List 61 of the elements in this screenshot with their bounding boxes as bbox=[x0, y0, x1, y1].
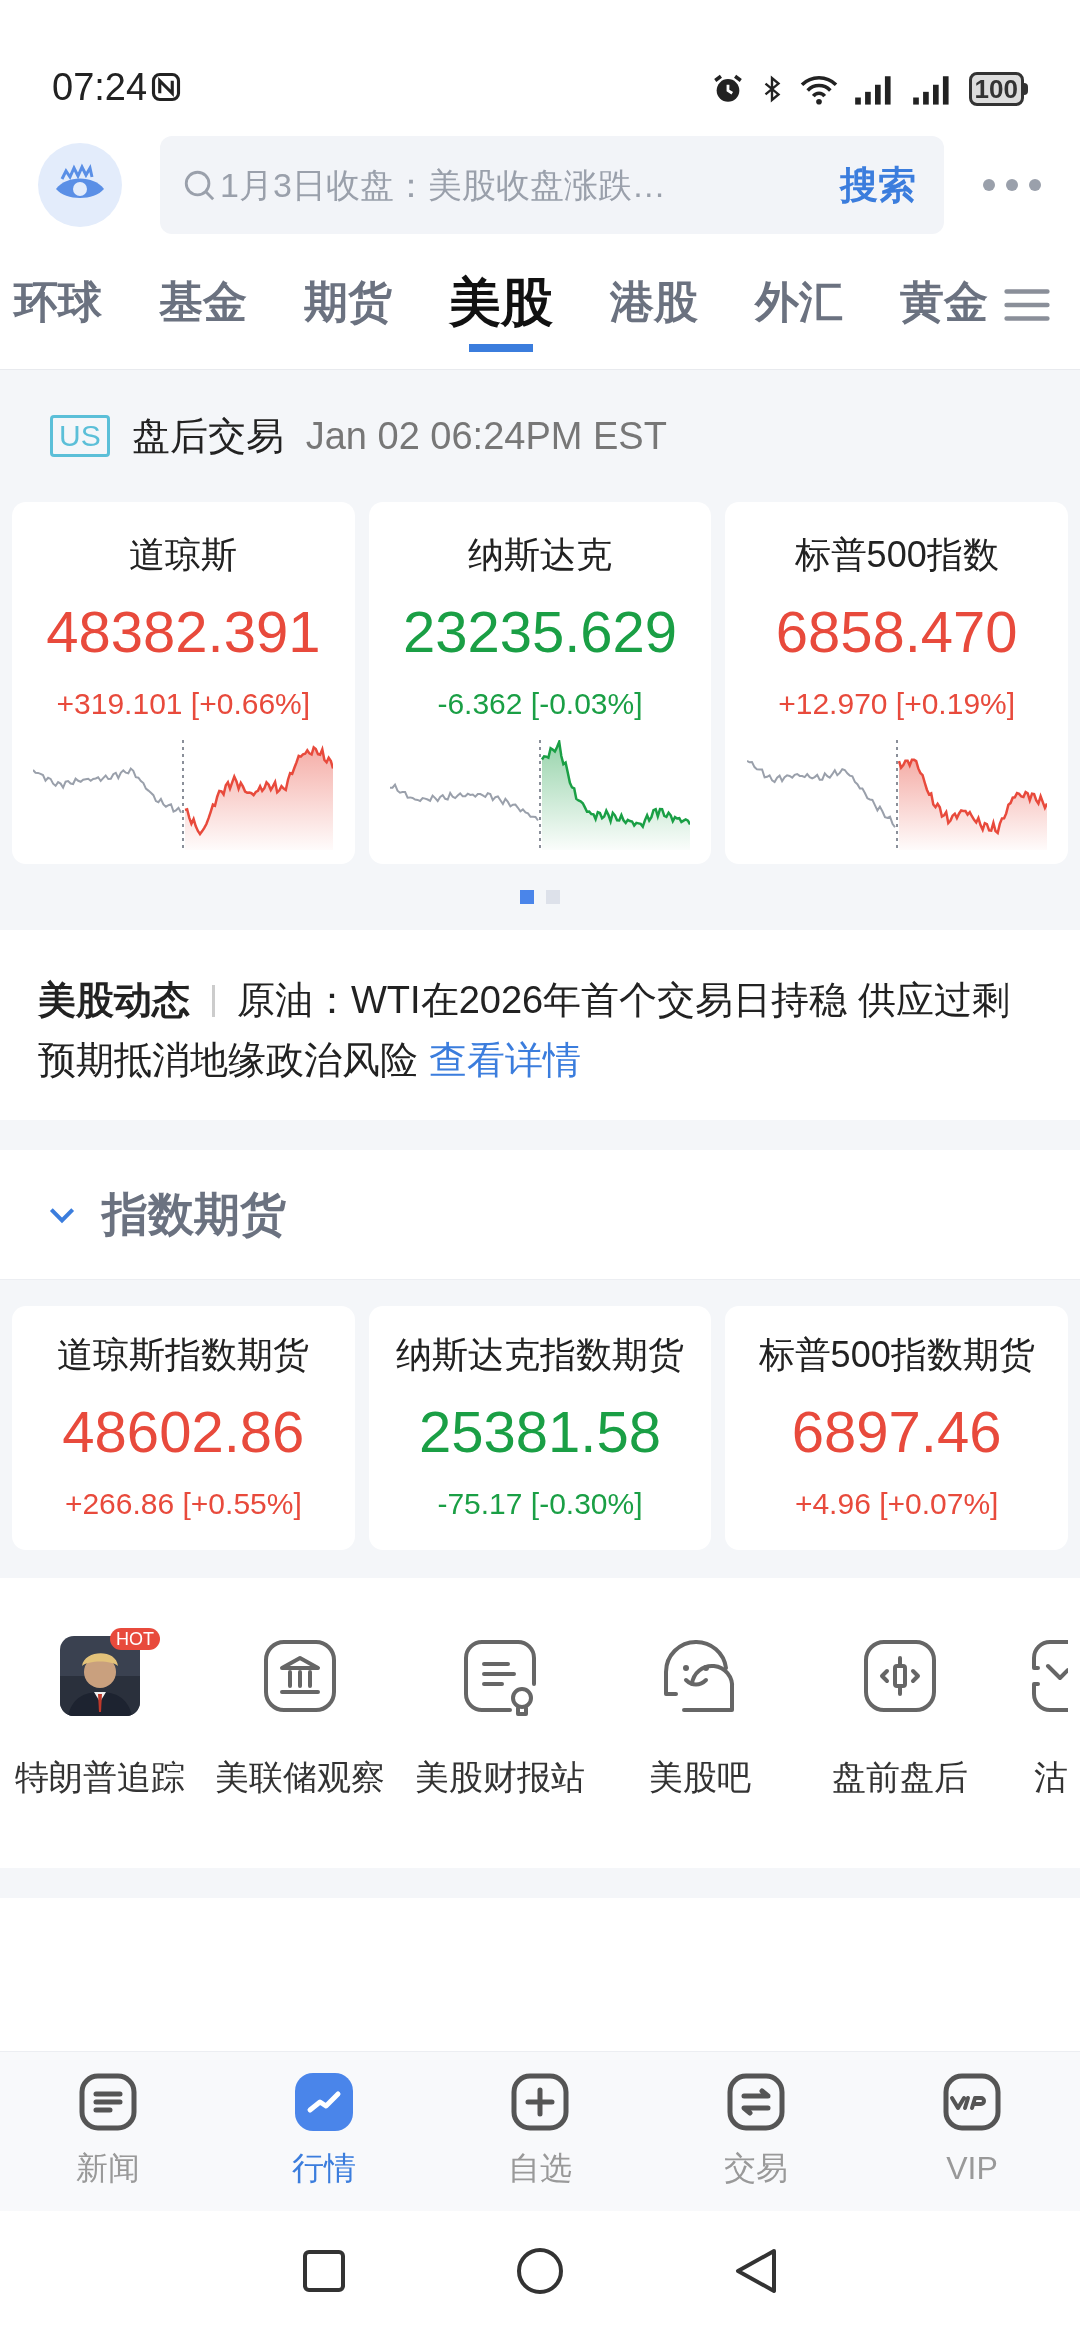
category-tab[interactable]: 期货 bbox=[304, 268, 392, 352]
eye-logo-icon bbox=[38, 143, 122, 227]
shortcut-item[interactable]: 沽 bbox=[1000, 1626, 1068, 1803]
index-price: 48602.86 bbox=[62, 1398, 305, 1466]
index-price: 25381.58 bbox=[419, 1398, 661, 1466]
index-card[interactable]: 标普500指数 6858.470 +12.970 [+0.19%] bbox=[725, 502, 1068, 864]
index-change: +4.96 [+0.07%] bbox=[794, 1486, 999, 1522]
index-change: -6.362 [-0.03%] bbox=[437, 686, 643, 722]
shortcut-item[interactable]: 美股吧 bbox=[600, 1626, 800, 1803]
index-price: 6858.470 bbox=[775, 598, 1018, 666]
index-change: +319.101 [+0.66%] bbox=[56, 686, 311, 722]
trend-chart-icon bbox=[294, 2071, 354, 2132]
shortcut-item[interactable]: 美股财报站 bbox=[400, 1626, 600, 1803]
index-card[interactable]: 标普500指数期货 6897.46 +4.96 [+0.07%] bbox=[725, 1306, 1068, 1550]
badge-icon bbox=[942, 2071, 1002, 2132]
category-tab[interactable]: 基金 bbox=[159, 268, 247, 352]
index-price: 23235.629 bbox=[402, 598, 678, 666]
hot-badge: HOT bbox=[110, 1628, 160, 1650]
search-field[interactable]: 1月3日收盘：美股收盘涨跌… 搜索 bbox=[160, 136, 944, 234]
index-name: 道琼斯 bbox=[129, 533, 238, 577]
index-card[interactable]: 道琼斯 48382.391 +319.101 [+0.66%] bbox=[12, 502, 355, 864]
search-icon bbox=[182, 168, 216, 202]
menu-icon[interactable] bbox=[1004, 288, 1050, 322]
shortcut-item[interactable]: HOT 特朗普追踪 bbox=[0, 1626, 200, 1803]
status-time: 07:24 bbox=[52, 68, 148, 106]
session-time: Jan 02 06:24PM EST bbox=[305, 413, 667, 459]
index-change: -75.17 [-0.30%] bbox=[437, 1486, 643, 1522]
search-button[interactable]: 搜索 bbox=[840, 156, 916, 214]
battery-indicator: 100 bbox=[968, 72, 1028, 106]
index-change: +12.970 [+0.19%] bbox=[778, 686, 1016, 722]
shortcut-item[interactable]: 盘前盘后 bbox=[800, 1626, 1000, 1803]
index-price: 6897.46 bbox=[791, 1398, 1002, 1466]
market-badge: US bbox=[50, 415, 110, 457]
nav-tab[interactable]: 行情 bbox=[234, 2071, 414, 2192]
exchange-arrows-icon bbox=[726, 2071, 786, 2132]
index-card[interactable]: 纳斯达克指数期货 25381.58 -75.17 [-0.30%] bbox=[368, 1306, 712, 1550]
category-tab[interactable]: 港股 bbox=[610, 268, 698, 352]
index-name: 标普500指数期货 bbox=[758, 1333, 1035, 1377]
category-tab[interactable]: 外汇 bbox=[755, 268, 843, 352]
index-name: 标普500指数 bbox=[794, 533, 999, 577]
index-name: 道琼斯指数期货 bbox=[57, 1333, 310, 1377]
category-tab[interactable]: 环球 bbox=[14, 268, 102, 352]
nfc-icon bbox=[151, 72, 182, 102]
index-card[interactable]: 纳斯达克 23235.629 -6.362 [-0.03%] bbox=[368, 502, 712, 864]
document-icon bbox=[78, 2071, 138, 2132]
recent-apps-icon[interactable] bbox=[302, 2249, 346, 2293]
category-tab[interactable]: 美股 bbox=[449, 268, 553, 352]
index-price: 48382.391 bbox=[46, 598, 321, 666]
index-change: +266.86 [+0.55%] bbox=[64, 1486, 302, 1522]
session-label: 盘后交易 bbox=[131, 413, 284, 459]
more-icon[interactable] bbox=[982, 178, 1042, 192]
section-title: 指数期货 bbox=[102, 1187, 286, 1242]
index-name: 纳斯达克指数期货 bbox=[396, 1333, 684, 1377]
plus-icon bbox=[510, 2071, 570, 2132]
category-tab[interactable]: 黄金 bbox=[900, 268, 988, 352]
shortcut-item[interactable]: 美联储观察 bbox=[200, 1626, 400, 1803]
index-card[interactable]: 道琼斯指数期货 48602.86 +266.86 [+0.55%] bbox=[12, 1306, 355, 1550]
details-link[interactable]: 查看详情 bbox=[428, 1039, 581, 1081]
home-icon[interactable] bbox=[516, 2247, 564, 2295]
index-name: 纳斯达克 bbox=[468, 533, 612, 577]
back-icon[interactable] bbox=[734, 2247, 778, 2295]
